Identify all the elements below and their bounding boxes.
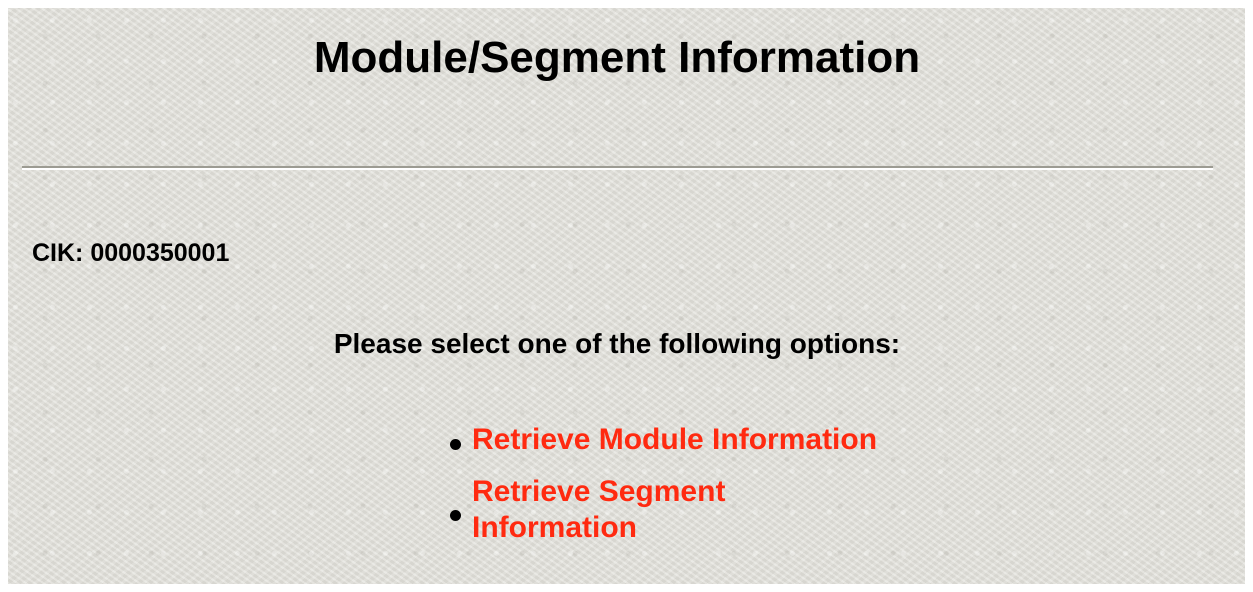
horizontal-divider	[22, 166, 1213, 170]
retrieve-segment-information-link[interactable]: Retrieve Segment Information	[472, 474, 802, 546]
list-item-retrieve-segment: Retrieve Segment Information	[448, 474, 968, 546]
options-list: Retrieve Module Information Retrieve Seg…	[448, 422, 968, 562]
list-item-retrieve-module: Retrieve Module Information	[448, 422, 968, 458]
bullet-icon	[450, 510, 461, 521]
cik-label: CIK: 0000350001	[32, 239, 230, 267]
retrieve-module-information-link[interactable]: Retrieve Module Information	[472, 423, 877, 456]
bullet-icon	[450, 439, 461, 450]
page-title: Module/Segment Information	[313, 33, 921, 82]
page-content: Module/Segment Information CIK: 00003500…	[8, 8, 1245, 584]
selection-prompt: Please select one of the following optio…	[333, 328, 901, 359]
